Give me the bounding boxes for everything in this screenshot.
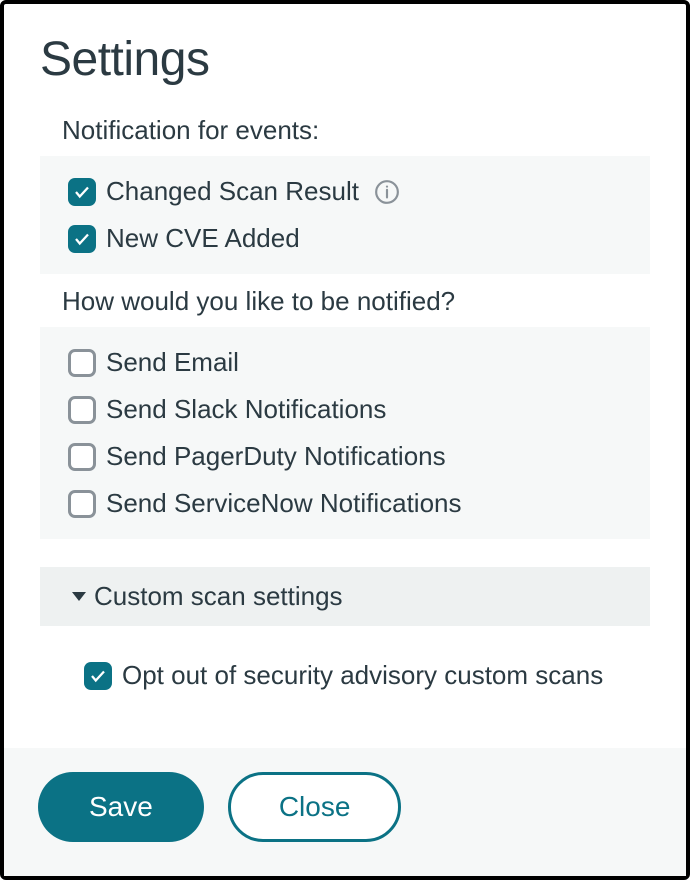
channels-option-block: Send Email Send Slack Notifications Send… [40,327,650,539]
check-icon [73,183,91,201]
channels-section-label: How would you like to be notified? [62,286,650,317]
close-button[interactable]: Close [228,772,402,842]
option-new-cve-added: New CVE Added [40,215,650,262]
option-opt-out-custom-scans: Opt out of security advisory custom scan… [40,652,650,699]
option-label: New CVE Added [106,223,300,254]
option-label: Send Email [106,347,239,378]
option-send-pagerduty: Send PagerDuty Notifications [40,433,650,480]
option-label: Changed Scan Result [106,176,359,207]
checkbox-send-pagerduty[interactable] [68,443,96,471]
option-label: Opt out of security advisory custom scan… [122,660,603,691]
info-icon[interactable] [373,178,401,206]
option-label: Send Slack Notifications [106,394,386,425]
save-button[interactable]: Save [38,772,204,842]
events-section-label: Notification for events: [62,115,650,146]
check-icon [89,667,107,685]
dialog-footer: Save Close [4,748,686,876]
option-label: Send PagerDuty Notifications [106,441,446,472]
option-send-email: Send Email [40,339,650,386]
checkbox-changed-scan-result[interactable] [68,178,96,206]
check-icon [73,230,91,248]
checkbox-send-servicenow[interactable] [68,490,96,518]
page-title: Settings [40,32,650,87]
option-send-servicenow: Send ServiceNow Notifications [40,480,650,527]
option-label: Send ServiceNow Notifications [106,488,462,519]
custom-scan-settings-body: Opt out of security advisory custom scan… [40,626,650,717]
checkbox-new-cve-added[interactable] [68,225,96,253]
events-option-block: Changed Scan Result New CVE Added [40,156,650,274]
option-send-slack: Send Slack Notifications [40,386,650,433]
checkbox-send-email[interactable] [68,349,96,377]
option-changed-scan-result: Changed Scan Result [40,168,650,215]
custom-scan-settings-header[interactable]: Custom scan settings [40,567,650,626]
caret-down-icon [72,592,86,601]
checkbox-send-slack[interactable] [68,396,96,424]
custom-scan-settings-title: Custom scan settings [94,581,343,612]
checkbox-opt-out-custom-scans[interactable] [84,662,112,690]
